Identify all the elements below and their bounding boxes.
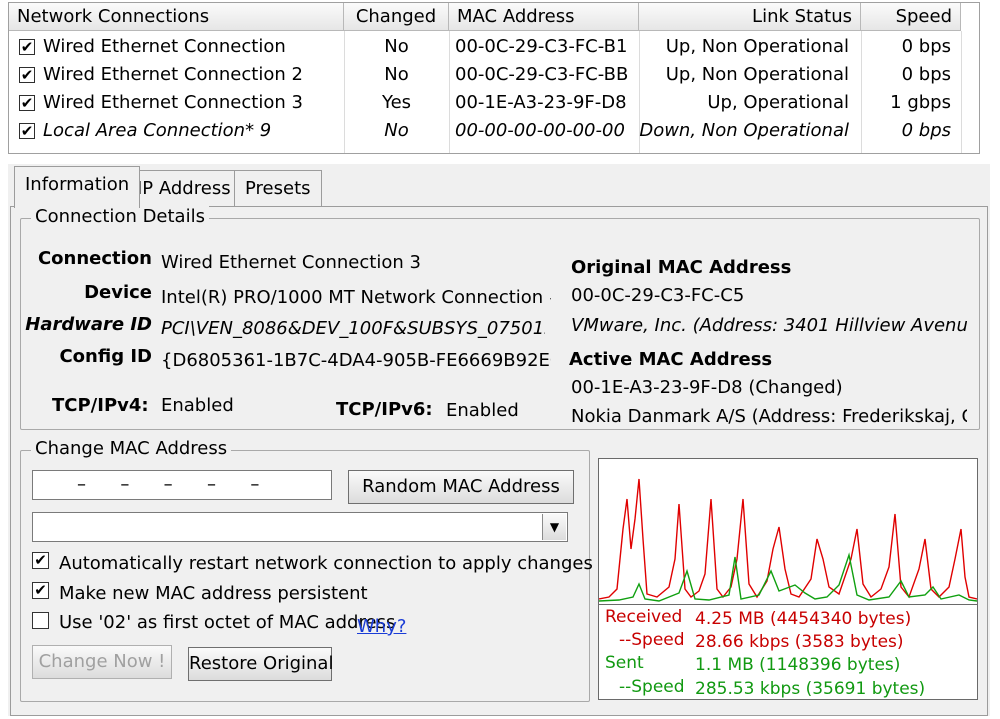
traffic-stats: Received 4.25 MB (4454340 bytes) --Speed…: [598, 604, 978, 700]
connection-link-status: Up, Non Operational: [665, 36, 849, 57]
connection-name: Wired Ethernet Connection: [43, 36, 286, 57]
config-id-label: Config ID: [59, 346, 152, 367]
connection-link-status: Down, Non Operational: [639, 120, 849, 141]
device-value: Intel(R) PRO/1000 MT Network Connection …: [161, 287, 551, 308]
tab-ip-address[interactable]: IP Address: [126, 170, 242, 206]
connection-link-status: Up, Operational: [707, 92, 849, 113]
sent-speed-value: 285.53 kbps (35691 bytes): [695, 679, 926, 699]
connection-row[interactable]: ✔ Local Area Connection* 9 No 00-00-00-0…: [9, 117, 979, 145]
original-mac-label: Original MAC Address: [571, 257, 792, 278]
connection-changed: Yes: [381, 92, 412, 113]
column-header-link-status[interactable]: Link Status: [639, 3, 861, 31]
connection-row[interactable]: ✔ Wired Ethernet Connection No 00-0C-29-…: [9, 33, 979, 61]
chevron-down-icon[interactable]: ▼: [542, 514, 566, 540]
tcp-ipv6-label: TCP/IPv6:: [336, 399, 433, 420]
active-mac-vendor: Nokia Danmark A/S (Address: Frederikskaj…: [571, 406, 967, 427]
tab-presets[interactable]: Presets: [234, 170, 322, 206]
original-mac-vendor: VMware, Inc. (Address: 3401 Hillview Ave…: [571, 315, 967, 336]
connection-changed: No: [384, 120, 409, 141]
tab-information[interactable]: Information: [14, 166, 141, 208]
connection-mac: 00-0C-29-C3-FC-BB: [455, 64, 629, 85]
change-mac-legend: Change MAC Address: [31, 438, 232, 459]
sent-value: 1.1 MB (1148396 bytes): [695, 655, 901, 675]
mac-vendor-dropdown[interactable]: ▼: [32, 512, 568, 542]
received-value: 4.25 MB (4454340 bytes): [695, 609, 912, 629]
received-label: Received: [605, 607, 683, 627]
connection-name: Wired Ethernet Connection 3: [43, 92, 303, 113]
config-id-value: {D6805361-1B7C-4DA4-905B-FE6669B92EC8}: [161, 350, 551, 371]
connection-speed: 0 bps: [901, 64, 951, 85]
column-header-speed[interactable]: Speed: [861, 3, 961, 31]
connection-speed: 0 bps: [901, 120, 951, 141]
connection-checkbox[interactable]: ✔: [19, 39, 35, 55]
sent-label: Sent: [605, 653, 644, 673]
connection-checkbox[interactable]: ✔: [19, 67, 35, 83]
column-header-mac-address[interactable]: MAC Address: [449, 3, 639, 31]
column-header-changed[interactable]: Changed: [344, 3, 449, 31]
tcp-ipv4-value: Enabled: [161, 395, 234, 416]
mac-address-input[interactable]: – – – – –: [32, 470, 332, 500]
restore-original-button[interactable]: Restore Original: [188, 647, 333, 681]
connection-mac: 00-1E-A3-23-9F-D8: [455, 92, 627, 113]
received-speed-value: 28.66 kbps (3583 bytes): [695, 632, 904, 652]
first-octet-label[interactable]: Use '02' as first octet of MAC address: [59, 612, 395, 633]
connection-checkbox[interactable]: ✔: [19, 95, 35, 111]
tcp-ipv6-value: Enabled: [446, 400, 519, 421]
network-connections-list[interactable]: Network Connections Changed MAC Address …: [8, 2, 980, 154]
connection-mac: 00-0C-29-C3-FC-B1: [455, 36, 628, 57]
connection-checkbox[interactable]: ✔: [19, 123, 35, 139]
hardware-id-value: PCI\VEN_8086&DEV_100F&SUBSYS_075015AD: [161, 318, 545, 339]
connection-speed: 0 bps: [901, 36, 951, 57]
tcp-ipv4-label: TCP/IPv4:: [52, 395, 149, 416]
connection-changed: No: [384, 36, 409, 57]
auto-restart-label[interactable]: Automatically restart network connection…: [59, 553, 593, 574]
connection-mac: 00-00-00-00-00-00: [455, 120, 625, 141]
column-header-network-connections[interactable]: Network Connections: [9, 3, 344, 31]
connection-speed: 1 gbps: [890, 92, 951, 113]
change-now-button[interactable]: Change Now !: [32, 645, 172, 679]
connection-details-legend: Connection Details: [31, 206, 209, 227]
persistent-checkbox[interactable]: ✔: [32, 582, 49, 599]
active-mac-value: 00-1E-A3-23-9F-D8 (Changed): [571, 377, 843, 398]
why-link[interactable]: Why?: [357, 616, 406, 637]
sent-speed-label: --Speed: [619, 677, 685, 697]
random-mac-button[interactable]: Random MAC Address: [348, 470, 574, 504]
traffic-graph-svg: [598, 478, 978, 602]
traffic-graph: [598, 458, 978, 606]
original-mac-value: 00-0C-29-C3-FC-C5: [571, 285, 745, 306]
hardware-id-label: Hardware ID: [25, 314, 152, 335]
received-line: [598, 478, 978, 600]
connection-name: Local Area Connection* 9: [43, 120, 272, 141]
first-octet-checkbox[interactable]: [32, 612, 49, 629]
connection-value: Wired Ethernet Connection 3: [161, 252, 421, 273]
connection-changed: No: [384, 64, 409, 85]
connection-name: Wired Ethernet Connection 2: [43, 64, 303, 85]
persistent-label[interactable]: Make new MAC address persistent: [59, 583, 368, 604]
active-mac-label: Active MAC Address: [569, 349, 773, 370]
connection-label: Connection: [37, 248, 152, 269]
auto-restart-checkbox[interactable]: ✔: [32, 552, 49, 569]
received-speed-label: --Speed: [619, 630, 685, 650]
connection-row[interactable]: ✔ Wired Ethernet Connection 2 No 00-0C-2…: [9, 61, 979, 89]
connection-link-status: Up, Non Operational: [665, 64, 849, 85]
connection-row[interactable]: ✔ Wired Ethernet Connection 3 Yes 00-1E-…: [9, 89, 979, 117]
device-label: Device: [84, 282, 152, 303]
